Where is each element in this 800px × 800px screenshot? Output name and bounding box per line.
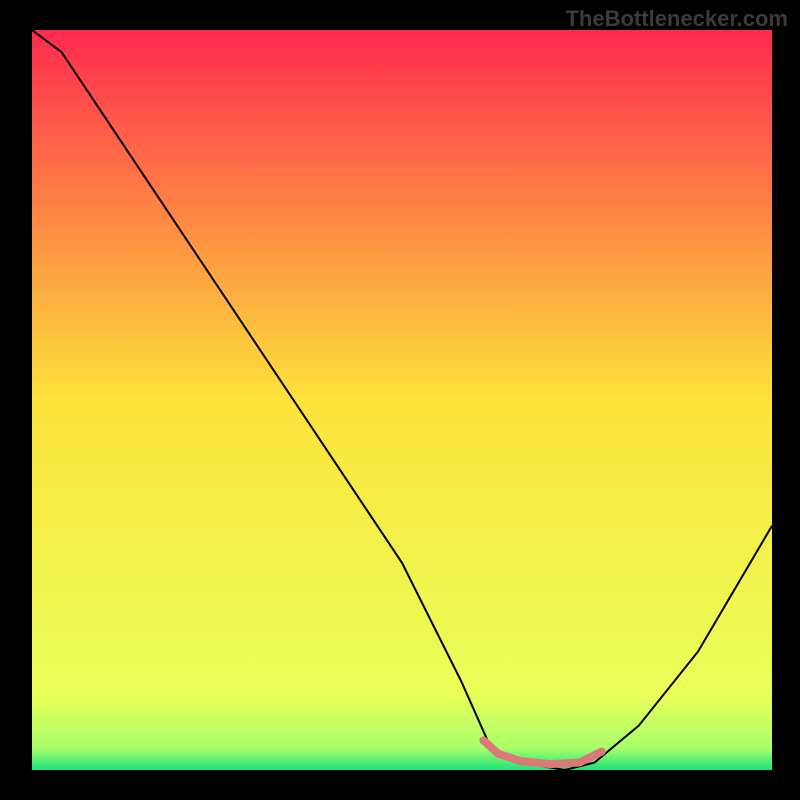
watermark-text: TheBottlenecker.com <box>565 6 788 32</box>
chart-background <box>32 30 772 770</box>
chart-svg <box>32 30 772 770</box>
chart-plot-area <box>32 30 772 770</box>
